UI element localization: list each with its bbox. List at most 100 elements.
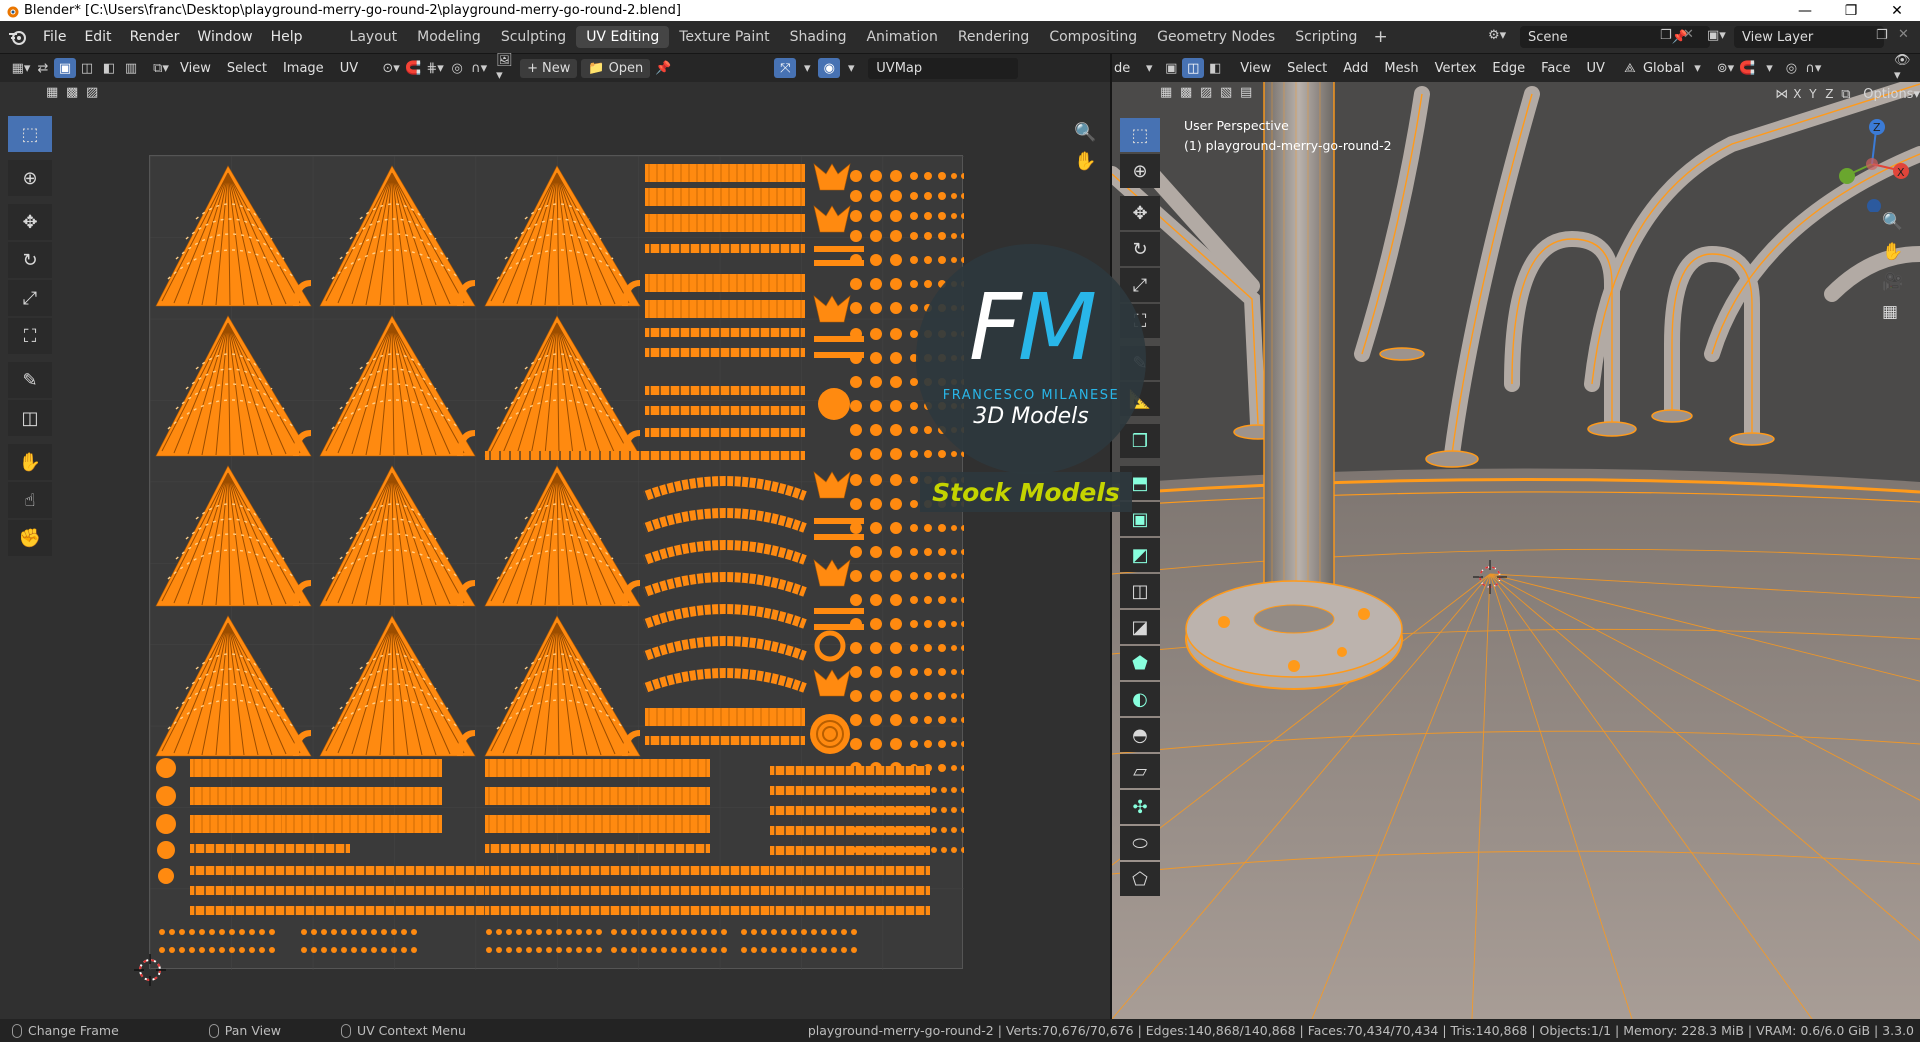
new-scene-icon[interactable]: ❐ (1660, 28, 1672, 43)
vp-zoom-icon[interactable]: 🔍 (1882, 212, 1903, 232)
island-select-icon[interactable]: ▥ (120, 58, 142, 78)
vp-menu-mesh[interactable]: Mesh (1376, 61, 1426, 76)
transform-orientation-icon[interactable]: ⟁ (1619, 58, 1641, 78)
vp-select-box-tool-icon[interactable]: ⬚ (1120, 118, 1160, 152)
sticky-mode-icon[interactable]: ⧉▾ (150, 58, 172, 78)
vp-snap-target-icon[interactable]: ▾ (1758, 58, 1780, 78)
overlay-dropdown-icon[interactable]: ▾ (840, 58, 862, 78)
mirror-y-toggle[interactable]: Y (1809, 87, 1825, 101)
face-select-icon[interactable]: ◧ (98, 58, 120, 78)
tab-uv-editing[interactable]: UV Editing (576, 26, 670, 48)
falloff-icon[interactable]: ∩▾ (468, 58, 490, 78)
select-extend-icon[interactable]: ▩ (66, 85, 86, 103)
edge-select-icon[interactable]: ◫ (76, 58, 98, 78)
gizmo-dropdown-icon[interactable]: ▾ (796, 58, 818, 78)
transform-orientation-selector[interactable]: Global (1641, 61, 1686, 76)
overlay-toggle-icon[interactable]: ◉ (818, 58, 841, 78)
visibility-icon[interactable]: 👁▾ (1894, 54, 1916, 83)
rip-tool-icon[interactable]: ◫ (8, 400, 52, 436)
vp-pan-icon[interactable]: ✋ (1882, 242, 1903, 262)
add-workspace-button[interactable]: + (1367, 27, 1393, 47)
pivot-point-icon[interactable]: ⊚▾ (1714, 58, 1736, 78)
pivot-icon[interactable]: ⊙▾ (380, 58, 402, 78)
blender-menu-icon[interactable] (8, 28, 28, 46)
image-browse-icon[interactable]: 🖼▾ (496, 53, 518, 83)
uv-menu-uv[interactable]: UV (332, 61, 366, 76)
menu-help[interactable]: Help (262, 29, 312, 45)
snap-target-icon[interactable]: ⋕▾ (424, 58, 446, 78)
shear-tool-icon[interactable]: ⬭ (1120, 826, 1160, 860)
vp-menu-face[interactable]: Face (1533, 61, 1578, 76)
close-button[interactable]: ✕ (1874, 3, 1920, 19)
vp-snap-icon[interactable]: 🧲 (1736, 58, 1758, 78)
rotate-tool-icon[interactable]: ↻ (8, 242, 52, 278)
gizmo-toggle-icon[interactable]: ⤧ (774, 58, 797, 78)
tab-modeling[interactable]: Modeling (407, 26, 491, 48)
tab-sculpting[interactable]: Sculpting (491, 26, 576, 48)
shrink-fatten-tool-icon[interactable]: ✣ (1120, 790, 1160, 824)
vertex-select-mode-icon[interactable]: ▣ (1160, 58, 1182, 78)
tab-compositing[interactable]: Compositing (1039, 26, 1147, 48)
minimize-button[interactable]: — (1782, 3, 1828, 19)
menu-render[interactable]: Render (121, 29, 189, 45)
proportional-edit-icon[interactable]: ◎ (446, 58, 468, 78)
select-box-tool-icon[interactable]: ⬚ (8, 116, 52, 152)
vp-menu-edge[interactable]: Edge (1484, 61, 1533, 76)
tab-shading[interactable]: Shading (780, 26, 857, 48)
ortho-toggle-icon[interactable]: ▦ (1882, 302, 1903, 322)
vp-select-extend-icon[interactable]: ▩ (1180, 85, 1200, 103)
vp-cursor-tool-icon[interactable]: ⊕ (1120, 154, 1160, 188)
annotate-tool-icon[interactable]: ✎ (8, 362, 52, 398)
add-cube-tool-icon[interactable]: ❒ (1120, 424, 1160, 458)
pinch-tool-icon[interactable]: ✊ (8, 520, 52, 556)
delete-view-layer-icon[interactable]: ✕ (1898, 27, 1909, 42)
uv-editor[interactable]: ▦▾ ⇄ ▣ ◫ ◧ ▥ ⧉▾ View Select Image UV ⊙▾ … (0, 53, 1110, 1019)
zoom-icon[interactable]: 🔍 (1074, 122, 1096, 143)
vp-menu-view[interactable]: View (1232, 61, 1279, 76)
vp-menu-select[interactable]: Select (1279, 61, 1335, 76)
uv-menu-image[interactable]: Image (275, 61, 332, 76)
uv-menu-view[interactable]: View (172, 61, 219, 76)
auto-merge-icon[interactable]: ⧉ (1841, 87, 1863, 102)
editor-type-icon[interactable]: ▦▾ (10, 58, 32, 78)
camera-view-icon[interactable]: 🎥 (1882, 272, 1903, 292)
scene-type-icon[interactable]: ⚙▾ (1488, 28, 1506, 43)
vp-falloff-icon[interactable]: ∩▾ (1802, 58, 1824, 78)
sync-selection-icon[interactable]: ⇄ (32, 58, 54, 78)
smooth-tool-icon[interactable]: ◓ (1120, 718, 1160, 752)
uvmap-field[interactable]: UVMap (868, 57, 1019, 79)
loop-cut-tool-icon[interactable]: ◫ (1120, 574, 1160, 608)
3d-viewport[interactable]: de ▾ ▣ ◫ ◧ View Select Add Mesh Vertex E… (1112, 54, 1920, 1019)
face-select-mode-icon[interactable]: ◧ (1204, 58, 1226, 78)
editor-divider[interactable] (1110, 54, 1112, 1019)
snap-icon[interactable]: 🧲 (402, 58, 424, 78)
maximize-button[interactable]: ❐ (1828, 3, 1874, 19)
mirror-icon[interactable]: ⋈ (1775, 87, 1793, 102)
edge-slide-tool-icon[interactable]: ▱ (1120, 754, 1160, 788)
new-image-button[interactable]: + New (520, 58, 578, 78)
scene-selector[interactable]: Scene 📌 (1520, 26, 1710, 48)
mirror-z-toggle[interactable]: Z (1825, 87, 1841, 101)
move-tool-icon[interactable]: ✥ (8, 204, 52, 240)
mode-dropdown-icon[interactable]: ▾ (1138, 58, 1160, 78)
vp-select-intersect-icon[interactable]: ▤ (1240, 85, 1260, 103)
tab-animation[interactable]: Animation (856, 26, 947, 48)
vp-menu-add[interactable]: Add (1335, 61, 1376, 76)
select-new-icon[interactable]: ▦ (46, 85, 66, 103)
new-view-layer-icon[interactable]: ❐ (1876, 28, 1888, 43)
open-image-button[interactable]: 📁 Open (581, 58, 651, 78)
tab-texture-paint[interactable]: Texture Paint (669, 26, 779, 48)
uv-menu-select[interactable]: Select (219, 61, 275, 76)
tab-rendering[interactable]: Rendering (948, 26, 1040, 48)
vp-select-invert-icon[interactable]: ▧ (1220, 85, 1240, 103)
vp-rotate-tool-icon[interactable]: ↻ (1120, 232, 1160, 266)
options-button[interactable]: Options▾ (1863, 87, 1920, 102)
pan-icon[interactable]: ✋ (1074, 151, 1096, 172)
2d-cursor-icon[interactable] (132, 952, 168, 988)
tab-layout[interactable]: Layout (340, 26, 408, 48)
spin-tool-icon[interactable]: ◐ (1120, 682, 1160, 716)
poly-build-tool-icon[interactable]: ⬟ (1120, 646, 1160, 680)
rip-region-tool-icon[interactable]: ⬠ (1120, 862, 1160, 896)
menu-edit[interactable]: Edit (75, 29, 120, 45)
vertex-select-icon[interactable]: ▣ (54, 58, 76, 78)
